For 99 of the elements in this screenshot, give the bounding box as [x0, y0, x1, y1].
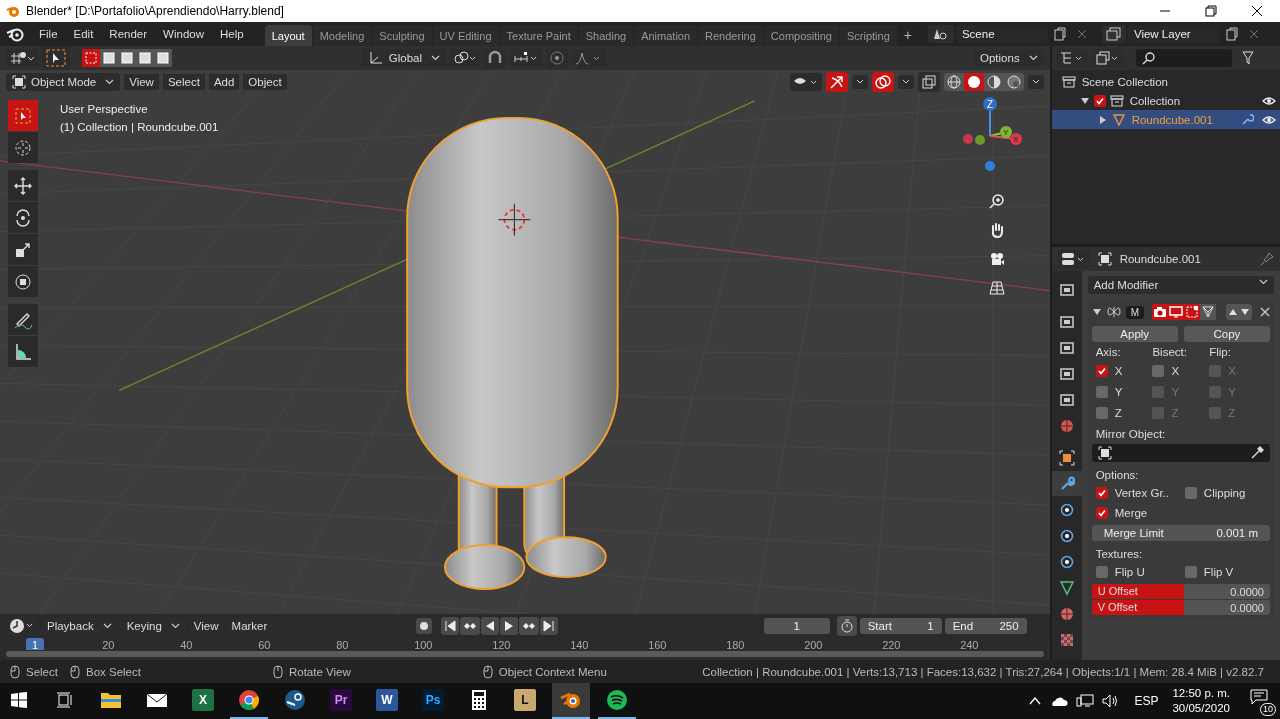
start-frame-field[interactable]: Start 1 [859, 618, 942, 634]
frame-number: 60 [258, 638, 272, 650]
checkbox-label: Y [1114, 386, 1123, 398]
workspace-tab[interactable]: Rendering [698, 25, 763, 46]
app-logo-icon: X [192, 689, 214, 711]
axis-gizmo-drawing[interactable]: Z Y X [949, 96, 1030, 176]
frame-number: 20 [102, 638, 116, 650]
copy-button[interactable]: Copy [1183, 326, 1270, 342]
workspace-tab[interactable]: Modeling [312, 25, 372, 46]
frame-number: 180 [726, 638, 746, 650]
workspace-tab[interactable]: Layout [264, 25, 312, 46]
frame-number: 200 [804, 638, 824, 650]
checkbox-label: Z [1171, 407, 1179, 419]
viewport-info-text: User Perspective [60, 103, 149, 115]
scene-name-field[interactable]: Scene [955, 25, 1048, 43]
section-label: Options: [1094, 469, 1140, 481]
workspace-tab[interactable]: Scripting [839, 25, 897, 46]
frame-number: 160 [648, 638, 668, 650]
workspace-tab[interactable]: Compositing [763, 25, 839, 46]
add-workspace-button[interactable]: + [897, 24, 918, 46]
modifier-name-field[interactable]: M [1125, 305, 1144, 319]
viewport-menu[interactable]: View [124, 74, 159, 90]
checkbox-label: Clipping [1203, 487, 1246, 499]
menu-item[interactable]: Window [156, 26, 211, 42]
axis-label: X [1013, 135, 1019, 144]
current-frame-field[interactable]: 1 [763, 618, 830, 634]
end-frame-field[interactable]: End 250 [944, 618, 1027, 634]
checkbox-label: Z [1228, 407, 1236, 419]
outliner-row[interactable]: Scene Collection [1051, 72, 1280, 91]
frame-number: 120 [492, 638, 512, 650]
outliner-row[interactable]: Collection [1051, 91, 1280, 110]
menu-item[interactable]: Help [213, 26, 251, 42]
frame-number: 40 [180, 638, 194, 650]
input-language-indicator[interactable]: ESP [1134, 694, 1159, 708]
app-logo-icon: Ps [422, 689, 444, 711]
mode-dropdown[interactable]: Object Mode [6, 73, 121, 91]
frame-number: 240 [960, 638, 980, 650]
checkbox-label: X [1114, 365, 1123, 377]
menu-item[interactable]: Render [102, 26, 155, 42]
transform-orientation-dropdown[interactable]: Global [361, 49, 446, 67]
apply-button[interactable]: Apply [1091, 326, 1178, 342]
column-label: Axis: [1095, 346, 1122, 358]
frame-number: 140 [570, 638, 590, 650]
notifications-button[interactable]: 10 [1246, 685, 1276, 717]
app-logo-icon: Pr [330, 689, 352, 711]
scene-statistics: Collection | Roundcube.001 | Verts:13,713 | Faces:13,632 | Tris:27,264 | Objects:1/1 | Mem: 28.4 MiB | v2.82.7 [702, 665, 1264, 678]
frame-number: 100 [414, 638, 434, 650]
workspace-tab[interactable]: UV Editing [432, 25, 499, 46]
workspace-tab[interactable]: Sculpting [372, 25, 432, 46]
offset-field[interactable]: V Offset 0.0000 [1091, 600, 1270, 615]
viewport-menu[interactable]: Select [162, 74, 205, 90]
viewport-menu[interactable]: Object [243, 74, 287, 90]
app-logo-icon: L [514, 689, 536, 711]
offset-field[interactable]: U Offset 0.0000 [1091, 584, 1270, 599]
frame-number: 220 [882, 638, 902, 650]
status-hint: Rotate View [288, 665, 351, 678]
viewport-menu[interactable]: Add [208, 74, 240, 90]
column-label: Flip: [1209, 346, 1232, 358]
outliner-row[interactable]: Roundcube.001 [1051, 110, 1280, 129]
outliner-label: Scene Collection [1081, 75, 1168, 88]
outliner-label: Roundcube.001 [1131, 113, 1213, 126]
checkbox-label: Z [1114, 407, 1122, 419]
checkbox-label: X [1171, 365, 1180, 377]
column-label: Bisect: [1152, 346, 1188, 358]
workspace-tab[interactable]: Shading [578, 25, 634, 46]
section-label: Textures: [1094, 548, 1144, 560]
taskbar-app[interactable]: W [368, 683, 406, 719]
axis-label: Y [1003, 128, 1009, 137]
checkbox-label: Flip V [1203, 566, 1234, 578]
status-hint: Select [26, 665, 58, 678]
checkbox-label: Flip U [1114, 566, 1145, 578]
clock[interactable]: 12:50 p. m. 30/05/2020 [1172, 686, 1230, 716]
window-title: Blender* [D:\Portafolio\Aprendiendo\Harry.blend] [26, 4, 285, 18]
taskbar-app[interactable]: X [184, 683, 222, 719]
merge-limit-field[interactable]: Merge Limit 0.001 m [1091, 525, 1270, 541]
menu-item[interactable]: File [32, 26, 65, 42]
taskbar-app[interactable]: Ps [414, 683, 452, 719]
axis-label: Z [986, 98, 993, 110]
status-hint: Box Select [85, 665, 141, 678]
object-name: Roundcube.001 [1119, 253, 1202, 265]
checkbox-label: Vertex Gr.. [1114, 487, 1169, 499]
field-label: Mirror Object: [1094, 428, 1167, 440]
add-modifier-dropdown[interactable]: Add Modifier [1087, 276, 1274, 294]
checkbox-label: Y [1228, 386, 1236, 398]
workspace-tab[interactable]: Texture Paint [499, 25, 578, 46]
app-logo-icon: W [376, 689, 398, 711]
menu-item[interactable]: Edit [66, 26, 101, 42]
checkbox-label: Y [1171, 386, 1180, 398]
outliner-label: Collection [1129, 94, 1181, 107]
playhead-marker[interactable]: 1 [26, 638, 45, 650]
options-dropdown[interactable]: Options [974, 50, 1044, 66]
taskbar-app[interactable]: L [506, 683, 544, 719]
checkbox-label: Merge [1114, 507, 1148, 519]
view-layer-name-field[interactable]: View Layer [1127, 25, 1220, 43]
status-hint: Object Context Menu [498, 665, 607, 678]
frame-number: 80 [336, 638, 350, 650]
taskbar-app[interactable]: Pr [322, 683, 360, 719]
viewport-info-text: (1) Collection | Roundcube.001 [60, 121, 219, 133]
workspace-tab[interactable]: Animation [634, 25, 698, 46]
